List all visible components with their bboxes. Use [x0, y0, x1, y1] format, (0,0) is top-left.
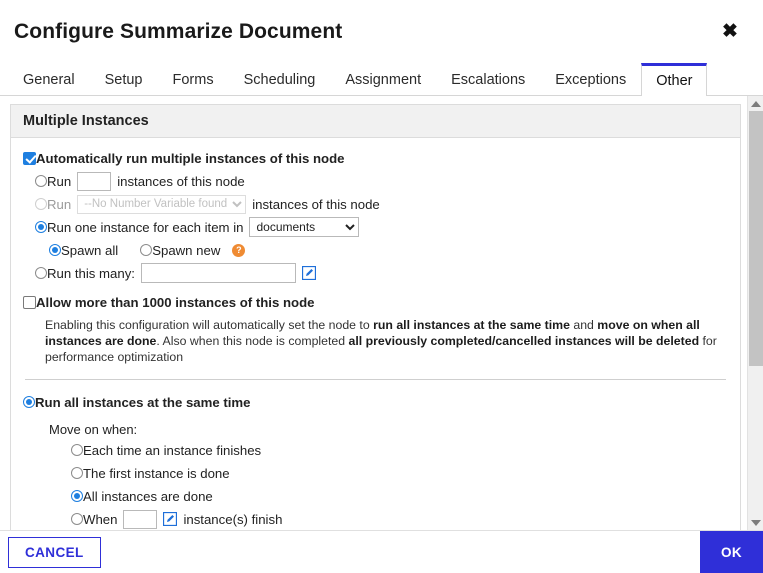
move-on-when-count-radio[interactable]: [71, 513, 83, 525]
scrollbar-track[interactable]: [747, 111, 763, 515]
allow-more-note: Enabling this configuration will automat…: [45, 317, 725, 365]
run-this-many-row: Run this many:: [23, 263, 728, 283]
close-icon[interactable]: ✖: [715, 16, 745, 46]
tab-setup[interactable]: Setup: [90, 63, 158, 95]
tab-escalations[interactable]: Escalations: [436, 63, 540, 95]
note-part2: and: [569, 318, 598, 332]
section-divider: [25, 379, 726, 380]
configure-dialog: Configure Summarize Document ✖ General S…: [0, 0, 763, 573]
move-on-first-done-row: The first instance is done: [49, 463, 728, 483]
run-count-input[interactable]: [77, 171, 112, 191]
tab-forms[interactable]: Forms: [158, 63, 229, 95]
run-this-many-label: Run this many:: [47, 265, 135, 281]
page-title: Configure Summarize Document: [14, 19, 343, 43]
run-each-item-row: Run one instance for each item in docume…: [23, 217, 728, 237]
move-on-all-done-radio[interactable]: [71, 490, 83, 502]
move-on-each-finishes-row: Each time an instance finishes: [49, 440, 728, 460]
run-all-same-time-radio[interactable]: [23, 396, 35, 408]
ok-button[interactable]: OK: [699, 531, 763, 573]
scroll-up-icon[interactable]: [747, 96, 763, 111]
run-all-same-time-row: Run all instances at the same time: [23, 392, 728, 412]
allow-more-row: Allow more than 1000 instances of this n…: [23, 292, 728, 312]
move-on-all-done-label: All instances are done: [83, 488, 213, 504]
run-count-radio[interactable]: [35, 175, 47, 187]
settings-content: Multiple Instances Automatically run mul…: [0, 96, 747, 530]
run-variable-prefix-label: Run: [47, 196, 72, 212]
multiple-instances-panel: Multiple Instances Automatically run mul…: [10, 104, 741, 530]
spawn-options-row: Spawn all Spawn new ?: [23, 240, 728, 260]
move-on-each-finishes-label: Each time an instance finishes: [83, 442, 262, 458]
move-on-when-suffix-label: instance(s) finish: [183, 511, 283, 527]
move-on-when-title: Move on when:: [49, 422, 138, 437]
move-on-each-finishes-radio[interactable]: [71, 444, 83, 456]
run-variable-suffix-label: instances of this node: [252, 196, 380, 212]
run-variable-row: Run --No Number Variable found instances…: [23, 194, 728, 214]
tab-assignment[interactable]: Assignment: [330, 63, 436, 95]
cancel-button[interactable]: CANCEL: [8, 536, 101, 568]
run-count-suffix-label: instances of this node: [117, 173, 245, 189]
tab-other[interactable]: Other: [641, 63, 708, 96]
run-this-many-input[interactable]: [140, 263, 296, 283]
move-on-first-done-label: The first instance is done: [83, 465, 230, 481]
run-variable-radio[interactable]: [35, 198, 47, 210]
run-this-many-radio[interactable]: [35, 267, 47, 279]
dialog-titlebar: Configure Summarize Document ✖: [0, 0, 763, 62]
run-all-same-time-label: Run all instances at the same time: [35, 394, 251, 410]
move-on-first-done-radio[interactable]: [71, 467, 83, 479]
note-part1: Enabling this configuration will automat…: [45, 318, 374, 332]
dialog-body: Multiple Instances Automatically run mul…: [0, 96, 763, 530]
move-on-when-prefix-label: When: [83, 511, 118, 527]
help-icon[interactable]: ?: [232, 243, 246, 257]
move-on-all-done-row: All instances are done: [49, 486, 728, 506]
dialog-footer: CANCEL OK: [0, 530, 763, 573]
tab-scheduling[interactable]: Scheduling: [229, 63, 331, 95]
note-bold1: run all instances at the same time: [373, 318, 570, 332]
auto-run-checkbox[interactable]: [23, 151, 36, 165]
spawn-all-label: Spawn all: [61, 242, 119, 258]
auto-run-row: Automatically run multiple instances of …: [23, 148, 728, 168]
allow-more-label: Allow more than 1000 instances of this n…: [36, 294, 315, 310]
scroll-down-icon[interactable]: [747, 515, 763, 530]
edit-icon[interactable]: [163, 512, 178, 526]
spawn-all-radio[interactable]: [49, 244, 61, 256]
spawn-new-radio[interactable]: [140, 244, 153, 256]
allow-more-checkbox[interactable]: [23, 295, 36, 309]
vertical-scrollbar[interactable]: [747, 96, 763, 530]
tab-exceptions[interactable]: Exceptions: [540, 63, 641, 95]
run-each-item-label: Run one instance for each item in: [47, 219, 244, 235]
run-count-prefix-label: Run: [47, 173, 72, 189]
run-each-item-radio[interactable]: [35, 221, 47, 233]
scrollbar-thumb[interactable]: [748, 111, 763, 366]
note-part3: . Also when this node is completed: [156, 334, 349, 348]
move-on-when-input[interactable]: [123, 509, 158, 529]
note-bold3: all previously completed/cancelled insta…: [348, 334, 700, 348]
tab-bar: General Setup Forms Scheduling Assignmen…: [0, 62, 763, 96]
run-each-item-select[interactable]: documents: [249, 217, 360, 237]
tab-general[interactable]: General: [8, 63, 90, 95]
move-on-when-count-row: When instance(s) finish: [49, 509, 728, 529]
run-count-row: Run instances of this node: [23, 171, 728, 191]
spawn-new-label: Spawn new: [152, 242, 221, 258]
multiple-instances-header: Multiple Instances: [11, 104, 740, 138]
auto-run-label: Automatically run multiple instances of …: [36, 150, 345, 166]
multiple-instances-body: Automatically run multiple instances of …: [11, 138, 740, 530]
run-variable-select[interactable]: --No Number Variable found: [77, 194, 247, 214]
edit-icon[interactable]: [301, 266, 316, 280]
